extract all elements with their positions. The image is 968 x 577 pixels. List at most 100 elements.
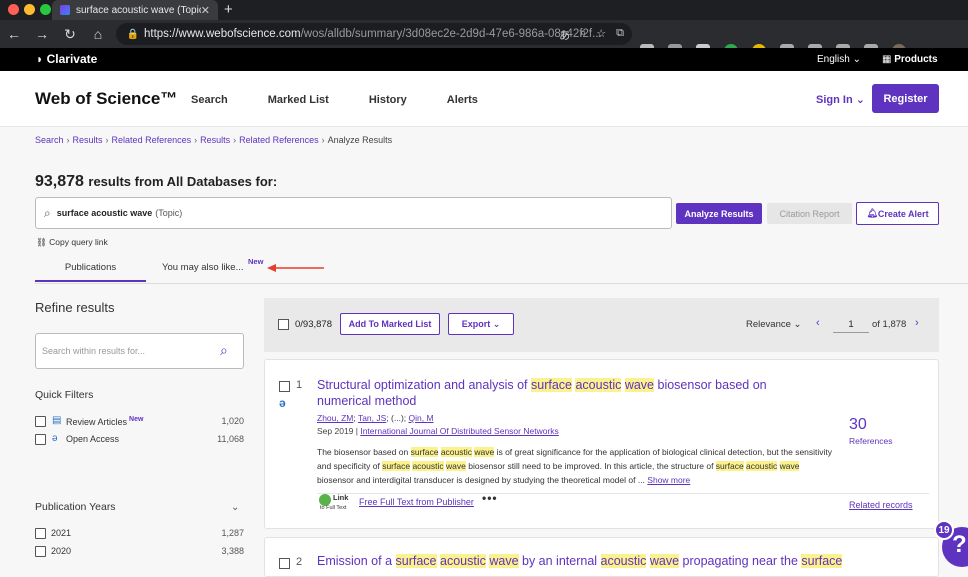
new-badge: New <box>248 257 264 266</box>
document-icon: ▤ <box>52 415 62 426</box>
checkbox[interactable] <box>35 546 46 557</box>
author-link[interactable]: Qin, M <box>409 413 434 423</box>
journal-link[interactable]: International Journal Of Distributed Sen… <box>360 426 558 436</box>
record-card: 2 Emission of a surface acoustic wave by… <box>264 537 939 577</box>
breadcrumb: Search › Results › Related References › Result… <box>35 135 392 145</box>
url-bar[interactable]: 🔒 https://www.webofscience.com/wos/alldb… <box>116 23 632 45</box>
favorite-icon[interactable]: ☆ <box>596 27 606 43</box>
record-checkbox[interactable] <box>279 558 290 569</box>
site-header: Web of Science™ Search Marked List Histo… <box>0 71 968 127</box>
references-label[interactable]: References <box>849 436 892 446</box>
query-field: (Topic) <box>155 208 183 218</box>
sort-select[interactable]: Relevance ⌄ <box>746 319 802 330</box>
main-nav: Search Marked List History Alerts <box>191 94 518 106</box>
browser-tab[interactable]: surface acoustic wave (Topic) ✕ <box>52 0 218 20</box>
collections-icon[interactable]: ⧉ <box>616 27 624 43</box>
reload-icon[interactable]: ↻ <box>56 26 84 43</box>
maximize-window-button[interactable] <box>40 4 51 15</box>
nav-search[interactable]: Search <box>191 94 228 106</box>
analyze-results-button[interactable]: Analyze Results <box>676 203 762 224</box>
previous-page-icon[interactable]: ‹ <box>816 317 820 329</box>
products-menu[interactable]: ▦ Products <box>882 54 938 65</box>
export-button[interactable]: Export ⌄ <box>448 313 514 335</box>
breadcrumb-results[interactable]: Results <box>73 135 103 145</box>
nav-alerts[interactable]: Alerts <box>447 94 478 106</box>
clarivate-logo[interactable]: ◗ Clarivate <box>36 52 97 66</box>
register-button[interactable]: Register <box>872 84 939 113</box>
copy-query-link[interactable]: ⛓ Copy query link <box>36 237 108 248</box>
query-box[interactable]: ⌕ surface acoustic wave (Topic) <box>35 197 672 229</box>
related-records-link[interactable]: Related records <box>849 500 913 510</box>
more-options-icon[interactable]: ••• <box>482 491 498 505</box>
filter-review-articles[interactable]: ▤ Review Articles New 1,020 <box>35 415 244 429</box>
publication-years-title[interactable]: Publication Years <box>35 501 116 513</box>
filter-count: 3,388 <box>221 546 244 556</box>
selected-count: 0/93,878 <box>295 319 332 330</box>
filter-year-2020[interactable]: 2020 3,388 <box>35 545 244 559</box>
breadcrumb-results[interactable]: Results <box>200 135 230 145</box>
select-all-checkbox[interactable] <box>278 319 289 330</box>
wos-logo[interactable]: Web of Science™ <box>35 89 177 109</box>
nav-marked-list[interactable]: Marked List <box>268 94 329 106</box>
browser-tab-bar: surface acoustic wave (Topic) ✕ + <box>0 0 968 20</box>
refine-results-title: Refine results <box>35 300 115 315</box>
record-source: Sep 2019 | International Journal Of Dist… <box>317 426 559 436</box>
minimize-window-button[interactable] <box>24 4 35 15</box>
author-link[interactable]: Zhou, ZM <box>317 413 353 423</box>
annotation-arrow-icon <box>267 264 324 272</box>
checkbox[interactable] <box>35 416 46 427</box>
back-icon[interactable]: ← <box>0 26 28 42</box>
forward-icon[interactable]: → <box>28 26 56 42</box>
new-tab-icon[interactable]: + <box>224 1 233 18</box>
close-tab-icon[interactable]: ✕ <box>201 4 210 17</box>
translate-icon[interactable]: あ <box>559 27 570 43</box>
link-icon: ⛓ <box>36 237 50 247</box>
citation-report-button[interactable]: Citation Report <box>767 203 852 224</box>
filter-open-access[interactable]: ə Open Access 11,068 <box>35 433 244 447</box>
breadcrumb-search[interactable]: Search <box>35 135 64 145</box>
home-icon[interactable]: ⌂ <box>84 26 112 42</box>
page-input[interactable]: 1 <box>833 316 869 333</box>
language-selector[interactable]: English ⌄ <box>817 54 861 65</box>
chevron-down-icon: ⌄ <box>793 319 802 330</box>
add-to-marked-list-button[interactable]: Add To Marked List <box>340 313 440 335</box>
bell-icon: 🔔︎ <box>866 208 878 218</box>
url-text: https://www.webofscience.com/wos/alldb/s… <box>144 28 602 40</box>
checkbox[interactable] <box>35 434 46 445</box>
search-icon[interactable]: ⌕ <box>220 342 228 359</box>
record-number: 2 <box>296 556 303 568</box>
quick-filters-title: Quick Filters <box>35 389 94 401</box>
chevron-right-icon: › <box>321 135 325 145</box>
record-title[interactable]: Structural optimization and analysis of … <box>317 377 807 409</box>
chevron-down-icon: ⌄ <box>492 318 501 329</box>
nav-history[interactable]: History <box>369 94 407 106</box>
author-link[interactable]: Tan, JS <box>358 413 386 423</box>
chevron-down-icon[interactable]: ⌄ <box>231 502 239 513</box>
checkbox[interactable] <box>35 528 46 539</box>
link-to-full-text-icon[interactable]: Link to Full Text <box>317 492 351 514</box>
next-page-icon[interactable]: › <box>915 317 919 329</box>
record-checkbox[interactable] <box>279 381 290 392</box>
clarivate-bar: ◗ Clarivate English ⌄ ▦ Products <box>0 48 968 71</box>
tab-you-may-also-like[interactable]: You may also like... <box>162 262 244 273</box>
record-card: 1 ə Structural optimization and analysis… <box>264 359 939 529</box>
record-divider <box>317 493 929 494</box>
free-full-text-link[interactable]: Free Full Text from Publisher <box>359 497 474 507</box>
total-pages: of 1,878 <box>872 319 907 330</box>
help-widget[interactable]: ? 19 <box>934 520 968 567</box>
close-window-button[interactable] <box>8 4 19 15</box>
search-icon: ⌕ <box>44 205 51 220</box>
breadcrumb-related-references[interactable]: Related References <box>239 135 319 145</box>
tab-publications[interactable]: Publications <box>35 254 146 282</box>
notification-count: 19 <box>934 520 954 540</box>
refine-search-input[interactable]: Search within results for... <box>35 333 244 369</box>
citation-count[interactable]: 30 <box>849 416 867 434</box>
zoom-icon[interactable]: ⌕ <box>580 27 586 43</box>
sign-in-menu[interactable]: Sign In ⌄ <box>816 93 865 106</box>
show-more-link[interactable]: Show more <box>647 475 690 485</box>
create-alert-button[interactable]: 🔔︎ Create Alert <box>856 202 939 225</box>
record-number: 1 <box>296 379 303 391</box>
filter-year-2021[interactable]: 2021 1,287 <box>35 527 244 541</box>
url-actions: あ ⌕ ☆ ⧉ <box>559 27 624 43</box>
breadcrumb-related-references[interactable]: Related References <box>112 135 192 145</box>
